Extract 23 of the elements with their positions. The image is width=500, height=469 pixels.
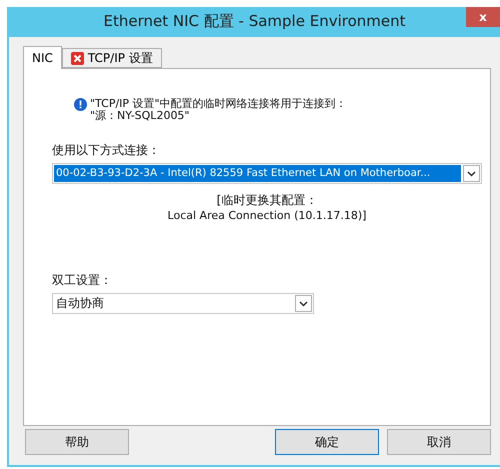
info-text: "源：NY-SQL2005" bbox=[90, 110, 190, 122]
error-icon bbox=[70, 52, 84, 64]
chevron-down-icon bbox=[467, 170, 476, 176]
note-text: [临时更换其配置： bbox=[216, 192, 318, 209]
tab[interactable]: TCP/IP 设置 bbox=[62, 48, 162, 68]
window-title: Ethernet NIC 配置 - Sample Environment bbox=[102, 11, 406, 32]
dropdown-value: 00-02-B3-93-D2-3A - Intel(R) 82559 Fast Ethernet LAN on Motherboar... bbox=[54, 165, 461, 182]
dialog-button[interactable]: 帮助 bbox=[25, 429, 129, 455]
dialog-button[interactable]: 取消 bbox=[387, 429, 491, 455]
dropdown-button[interactable] bbox=[295, 295, 312, 312]
tab[interactable]: NIC bbox=[23, 46, 62, 69]
info-text: "TCP/IP 设置"中配置的临时网络连接将用于连接到： bbox=[90, 98, 347, 110]
dropdown-value: 自动协商 bbox=[55, 295, 105, 312]
field-label: 双工设置： bbox=[52, 272, 113, 289]
dropdown-field[interactable]: 自动协商 bbox=[52, 293, 314, 314]
info-icon bbox=[74, 98, 87, 111]
dropdown-field[interactable]: 00-02-B3-93-D2-3A - Intel(R) 82559 Fast Ethernet LAN on Motherboar... bbox=[52, 163, 482, 184]
chevron-down-icon bbox=[299, 300, 308, 306]
note-text: Local Area Connection (10.1.17.18)] bbox=[166, 209, 368, 222]
dialog-button[interactable]: 确定 bbox=[275, 429, 379, 455]
field-label: 使用以下方式连接： bbox=[52, 142, 161, 159]
dropdown-button[interactable] bbox=[463, 165, 480, 182]
close-button[interactable]: x bbox=[466, 7, 500, 27]
